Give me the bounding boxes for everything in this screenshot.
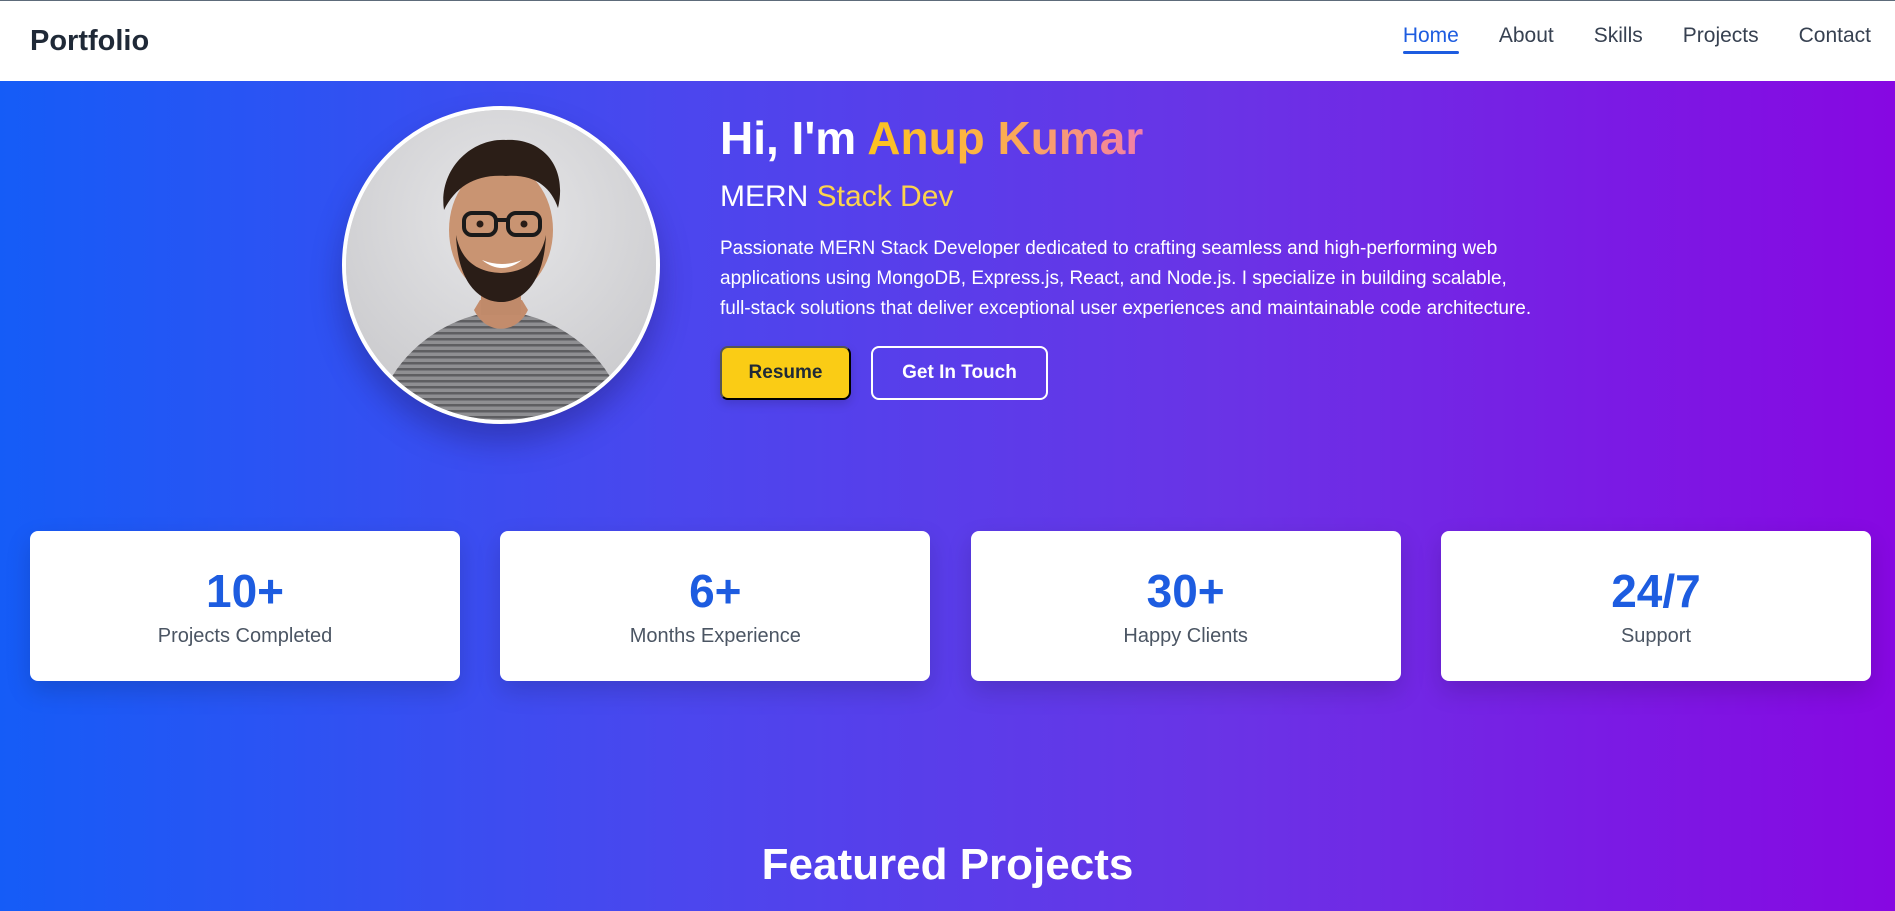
stat-label: Months Experience xyxy=(629,624,801,647)
nav-link-about[interactable]: About xyxy=(1499,24,1554,54)
stat-value: 6+ xyxy=(689,564,742,617)
stat-card-experience: 6+ Months Experience xyxy=(500,531,931,681)
featured-projects-title: Featured Projects xyxy=(761,840,1134,889)
brand-logo[interactable]: Portfolio xyxy=(30,25,149,58)
hero-role: MERN Stack Dev xyxy=(720,178,1540,216)
resume-button[interactable]: Resume xyxy=(720,346,851,400)
get-in-touch-button[interactable]: Get In Touch xyxy=(871,346,1048,400)
nav-link-home[interactable]: Home xyxy=(1402,24,1459,54)
stat-label: Happy Clients xyxy=(1123,624,1248,647)
hero-role-prefix: MERN xyxy=(720,180,817,213)
stat-card-support: 24/7 Support xyxy=(1440,531,1871,681)
stat-label: Support xyxy=(1620,624,1692,647)
nav-link-projects[interactable]: Projects xyxy=(1683,24,1759,54)
hero-name: Anup Kumar xyxy=(867,112,1144,164)
nav-link-contact[interactable]: Contact xyxy=(1799,24,1871,54)
profile-photo-illustration xyxy=(346,110,656,420)
hero-section: Hi, I'm Anup Kumar MERN Stack Dev Passio… xyxy=(720,110,1540,400)
stat-label: Projects Completed xyxy=(157,624,333,647)
stat-card-clients: 30+ Happy Clients xyxy=(970,531,1401,681)
nav-links: Home About Skills Projects Contact xyxy=(1402,24,1871,54)
stat-value: 30+ xyxy=(1146,564,1225,617)
stat-value: 24/7 xyxy=(1611,564,1701,617)
nav-link-skills[interactable]: Skills xyxy=(1594,24,1643,54)
hero-description: Passionate MERN Stack Developer dedicate… xyxy=(720,238,1532,319)
hero-role-accent: Stack Dev xyxy=(816,180,954,213)
hero-greeting: Hi, I'm xyxy=(720,112,868,164)
stat-value: 10+ xyxy=(205,564,285,617)
navbar: Portfolio Home About Skills Projects Con… xyxy=(0,0,1895,81)
hero-heading: Hi, I'm Anup Kumar xyxy=(720,110,1540,166)
hero-actions: Resume Get In Touch xyxy=(720,346,1540,400)
stat-card-projects: 10+ Projects Completed xyxy=(30,531,460,681)
stats-row: 10+ Projects Completed 6+ Months Experie… xyxy=(30,531,1871,681)
profile-avatar xyxy=(342,106,660,424)
